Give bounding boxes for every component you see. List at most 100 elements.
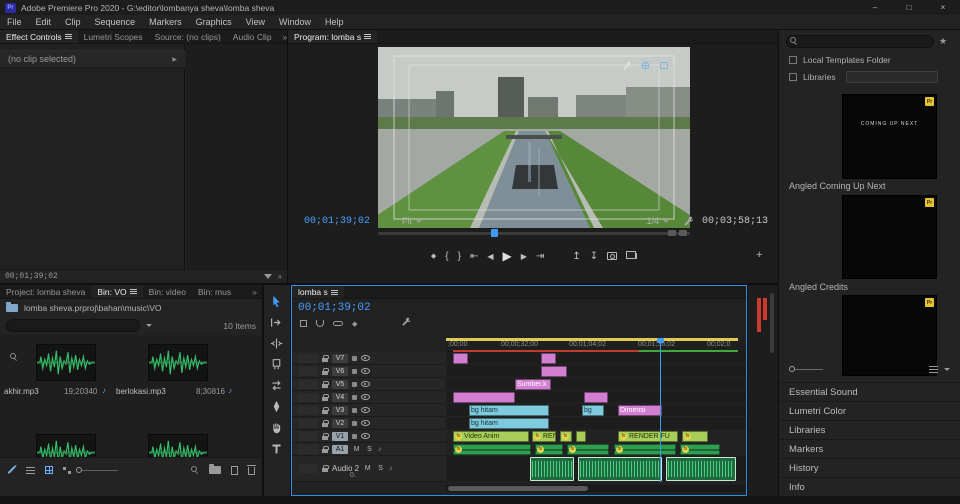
vscroll-thumb[interactable]: [770, 293, 774, 353]
timeline-hscroll-track[interactable]: [446, 485, 746, 492]
panel-menu-icon[interactable]: [364, 34, 372, 39]
minimize-button[interactable]: –: [858, 0, 892, 15]
lock-icon[interactable]: [322, 393, 329, 401]
panel-tab-info[interactable]: Info: [779, 477, 960, 496]
lock-icon[interactable]: [322, 445, 329, 453]
tab-sequence[interactable]: lomba s: [292, 286, 344, 298]
panel-tab-essential-sound[interactable]: Essential Sound: [779, 382, 960, 401]
template-card[interactable]: COMING UP NEXT Pr: [842, 94, 937, 179]
toggle-output-icon[interactable]: [361, 406, 370, 414]
toggle-output-icon[interactable]: [361, 419, 370, 427]
clip-name[interactable]: akhir.mp3: [4, 387, 39, 396]
menu-file[interactable]: File: [0, 17, 29, 27]
menu-clip[interactable]: Clip: [58, 17, 88, 27]
collapse-arrow-icon[interactable]: ▶: [172, 56, 177, 63]
tab-bin-music[interactable]: Bin: mus: [192, 285, 237, 298]
audio-thumbnail[interactable]: [148, 344, 208, 381]
icon-view-button[interactable]: [45, 466, 53, 474]
audio-thumbnail[interactable]: [36, 344, 96, 381]
scrubber-track[interactable]: [378, 232, 690, 235]
playhead-line[interactable]: [660, 338, 661, 482]
template-name[interactable]: Angled Coming Up Next: [789, 181, 886, 191]
tab-audio-clip-mixer[interactable]: Audio Clip: [227, 30, 278, 43]
panel-tab-history[interactable]: History: [779, 458, 960, 477]
menu-window[interactable]: Window: [272, 17, 318, 27]
timeline-settings-wrench-icon[interactable]: [401, 317, 411, 330]
track-name-button[interactable]: V1: [332, 431, 348, 441]
close-button[interactable]: ×: [926, 0, 960, 15]
source-patch[interactable]: [298, 464, 318, 473]
overflow-icon[interactable]: »: [278, 272, 282, 281]
tab-source-monitor[interactable]: Source: (no clips): [149, 30, 227, 43]
timeline-hscroll-thumb[interactable]: [448, 486, 588, 491]
filter-icon[interactable]: [263, 274, 272, 279]
clip-name[interactable]: berlokasi.mp3: [116, 387, 166, 396]
nest-toggle-icon[interactable]: [300, 320, 307, 327]
toggle-output-icon[interactable]: [361, 367, 370, 375]
lock-icon[interactable]: [322, 367, 329, 375]
template-search-input[interactable]: [786, 34, 934, 48]
new-item-button[interactable]: [231, 465, 238, 475]
source-patch[interactable]: [298, 405, 318, 415]
db-readout[interactable]: 0.: [350, 472, 356, 479]
panel-tab-libraries[interactable]: Libraries: [779, 420, 960, 439]
solo-button[interactable]: S: [365, 446, 374, 453]
panel-menu-icon[interactable]: [64, 34, 72, 39]
comparison-view-button[interactable]: [626, 251, 638, 259]
solo-button[interactable]: S: [376, 465, 385, 472]
freeform-view-button[interactable]: [63, 466, 66, 470]
lock-icon[interactable]: [322, 406, 329, 414]
extract-button[interactable]: ↧: [590, 251, 598, 262]
tab-bin-video[interactable]: Bin: video: [143, 285, 192, 298]
mute-button[interactable]: M: [363, 465, 372, 472]
settings-wrench-icon[interactable]: [683, 216, 694, 227]
breadcrumb[interactable]: lomba sheva.prproj\bahan\music\VO: [24, 303, 162, 313]
menu-graphics[interactable]: Graphics: [189, 17, 239, 27]
ripple-edit-tool[interactable]: [270, 337, 283, 353]
track-name-button[interactable]: V6: [332, 366, 348, 376]
sync-lock-icon[interactable]: [352, 420, 357, 426]
button-editor-plus[interactable]: +: [756, 249, 762, 261]
track-name-button[interactable]: V3: [332, 405, 348, 415]
track-name-button[interactable]: V2: [332, 418, 348, 428]
type-tool[interactable]: [270, 442, 283, 458]
sync-lock-icon[interactable]: [352, 407, 357, 413]
linked-selection-icon[interactable]: [333, 321, 343, 326]
go-to-in-button[interactable]: ⇤: [470, 251, 478, 262]
slider-track[interactable]: [82, 469, 118, 471]
toggle-output-icon[interactable]: [361, 432, 370, 440]
slip-tool[interactable]: [270, 379, 283, 395]
favorites-star-icon[interactable]: ★: [939, 36, 947, 47]
maximize-button[interactable]: □: [892, 0, 926, 15]
source-patch[interactable]: [298, 431, 318, 441]
lock-icon[interactable]: [322, 380, 329, 388]
delete-button[interactable]: [247, 465, 256, 475]
writable-toggle-icon[interactable]: [7, 466, 16, 474]
menu-edit[interactable]: Edit: [29, 17, 59, 27]
sync-lock-icon[interactable]: [352, 355, 357, 361]
zoom-slider[interactable]: [76, 467, 118, 473]
sync-lock-icon[interactable]: [352, 381, 357, 387]
tab-program-monitor[interactable]: Program: lomba s: [288, 30, 378, 43]
play-button[interactable]: ▶: [503, 249, 512, 263]
track-name-button[interactable]: V5: [332, 379, 348, 389]
lock-icon[interactable]: [322, 432, 329, 440]
thumbnail-size-track[interactable]: [795, 368, 823, 370]
toggle-output-icon[interactable]: [361, 393, 370, 401]
source-patch[interactable]: [298, 418, 318, 428]
panel-tab-lumetri-color[interactable]: Lumetri Color: [779, 401, 960, 420]
menu-sequence[interactable]: Sequence: [88, 17, 143, 27]
menu-view[interactable]: View: [239, 17, 272, 27]
panel-menu-icon[interactable]: [330, 289, 338, 295]
menu-help[interactable]: Help: [318, 17, 351, 27]
zoom-dropdown[interactable]: 1/4: [646, 216, 669, 226]
source-patch[interactable]: [298, 379, 318, 389]
fit-dropdown[interactable]: Fit: [402, 216, 423, 226]
lock-icon[interactable]: [322, 354, 329, 362]
add-marker-button[interactable]: ◆: [431, 252, 436, 260]
new-bin-button[interactable]: [209, 464, 221, 474]
sync-lock-icon[interactable]: [352, 368, 357, 374]
audio-thumbnail[interactable]: [36, 434, 96, 457]
track-select-tool[interactable]: [270, 316, 283, 332]
tab-overflow-button[interactable]: »: [278, 30, 287, 43]
